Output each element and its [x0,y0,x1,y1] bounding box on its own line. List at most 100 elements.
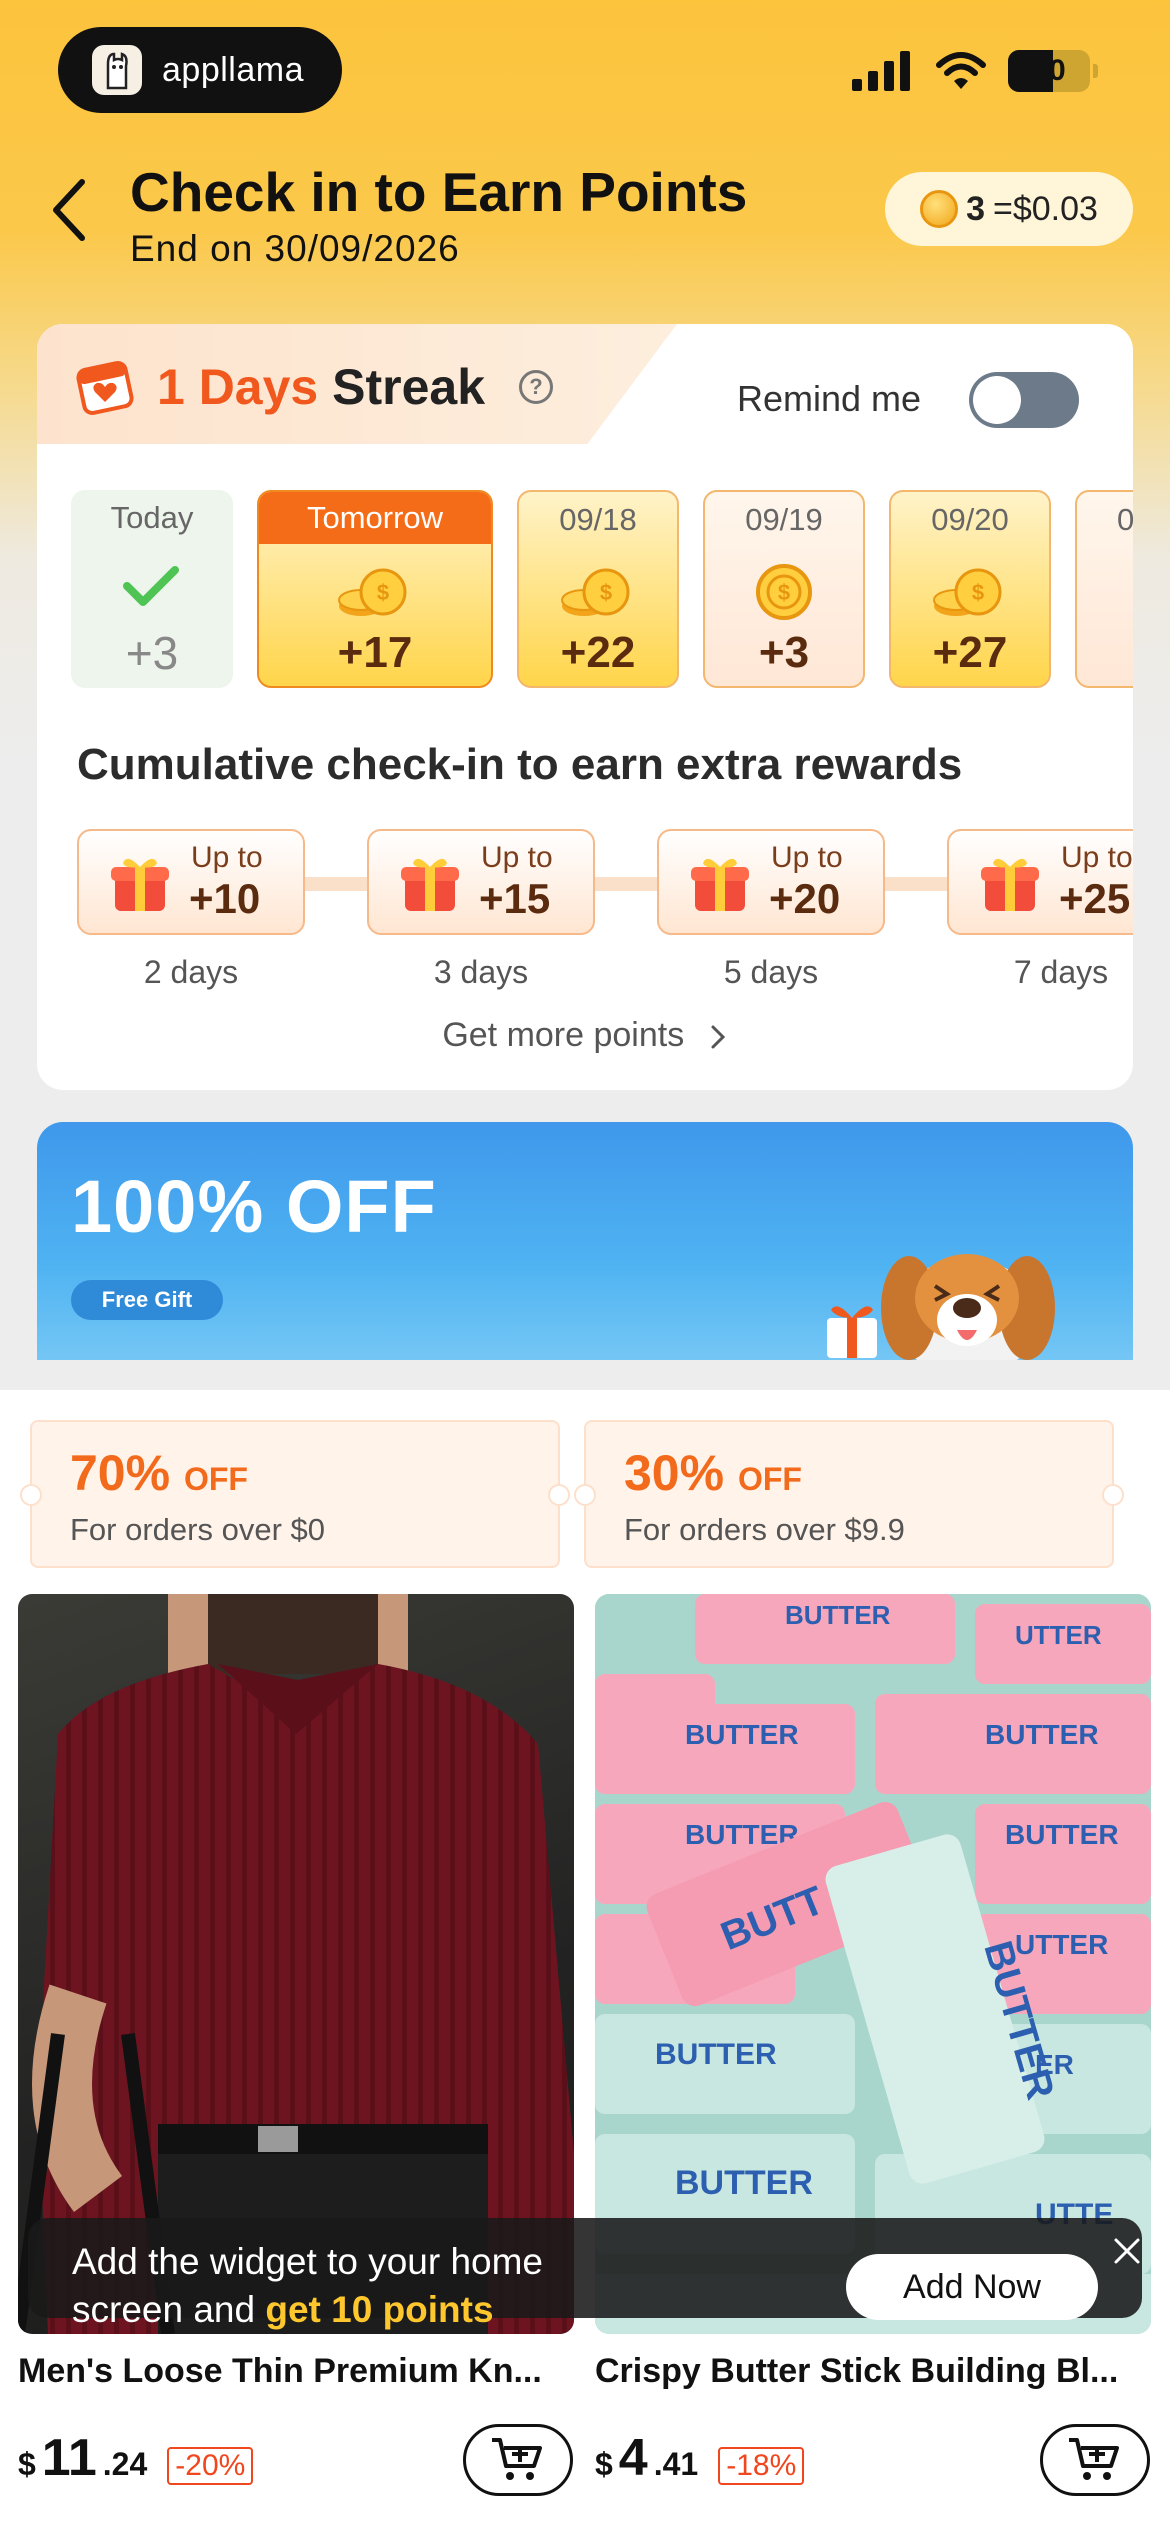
day-points: +3 [125,627,179,679]
points-balance-pill[interactable]: 3 =$0.03 [885,172,1133,246]
coins-icon: $ [561,568,630,616]
cart-plus-icon [492,2438,542,2480]
svg-text:$: $ [600,580,612,605]
streak-label: Streak [332,359,486,415]
back-button[interactable] [40,170,100,250]
milestone-days: 3 days [433,954,529,990]
price-currency: $ [595,2446,613,2482]
coupon-condition: For orders over $9.9 [624,1512,905,1547]
price-currency: $ [18,2446,36,2482]
milestones-row[interactable]: Up to +10 2 days Up to +15 3 days Up to … [77,829,1133,990]
day-card: 09/19 $ +3 [703,490,865,688]
svg-text:BUTTER: BUTTER [785,1600,891,1630]
calendar-heart-icon [76,360,134,416]
cumulative-title: Cumulative check-in to earn extra reward… [77,740,963,789]
price-decimal: .24 [102,2446,148,2482]
coin-icon: $ [756,564,812,620]
page-title: Check in to Earn Points [130,161,748,223]
discount-badge: -18% [718,2447,805,2485]
milestone-card: Up to +25 [947,829,1133,935]
checkmark-icon [123,566,179,606]
price-decimal: .41 [653,2446,699,2482]
day-card: 09/20 $ +27 [889,490,1051,688]
add-now-button[interactable]: Add Now [846,2254,1098,2320]
toast-message: Add the widget to your home screen and g… [72,2238,543,2334]
chevron-left-icon [53,179,85,241]
price-integer: 4 [618,2429,648,2487]
svg-text:$: $ [972,580,984,605]
day-label: 09/18 [559,502,637,537]
toast-highlight: get 10 points [265,2289,494,2330]
puppy-mascot-icon [827,1254,1055,1360]
gift-icon [981,858,1039,911]
day-label: 09/19 [745,502,823,537]
remind-toggle[interactable] [969,372,1079,428]
get-more-points-link[interactable]: Get more points [37,1016,1133,1055]
coupon-notch [1102,1484,1124,1506]
cart-plus-icon [1069,2438,1119,2480]
milestone-card: Up to +20 [657,829,885,935]
milestone-up-to: Up to [191,841,263,874]
chevron-right-icon [711,1025,725,1049]
svg-text:BUTTER: BUTTER [655,2038,777,2071]
product-price: $4.41 -18% [595,2428,805,2488]
day-card-today: Today +3 [71,490,233,688]
product-name[interactable]: Men's Loose Thin Premium Kn... [18,2352,578,2391]
coupon-off-label: OFF [183,1461,248,1497]
coupon-percent: 70% OFF [70,1444,248,1502]
points-rate: =$0.03 [992,189,1098,228]
close-icon[interactable] [1110,2234,1144,2268]
price-integer: 11 [41,2429,97,2487]
streak-title: 1 Days Streak [157,358,485,416]
coupon-card[interactable]: 70% OFF For orders over $0 [20,1420,570,1568]
milestone-days: 7 days [1013,954,1109,990]
milestone-amount: +10 [189,875,261,922]
day-label: 0 [1117,502,1133,537]
product-price: $11.24 -20% [18,2428,254,2488]
discount-badge: -20% [167,2447,254,2485]
app-return-pill[interactable]: appllama [58,27,342,113]
day-label: 09/20 [931,502,1009,537]
milestone-up-to: Up to [771,841,843,874]
day-points: +27 [932,628,1008,677]
streak-card: 1 Days Streak ? Remind me Today +3 Tomor… [37,324,1133,1090]
milestone-card: Up to +15 [367,829,595,935]
remind-label: Remind me [737,378,922,419]
coupon-percent: 30% OFF [624,1444,802,1502]
svg-text:$: $ [377,580,389,605]
milestone-amount: +20 [769,875,841,922]
add-to-cart-button[interactable] [1040,2424,1150,2496]
day-points: +17 [337,628,413,677]
toast-line-2-prefix: screen and [72,2289,266,2330]
svg-text:$: $ [778,580,790,605]
product-name[interactable]: Crispy Butter Stick Building Bl... [595,2352,1155,2391]
page-subtitle: End on 30/09/2026 [130,228,460,269]
gift-icon [401,858,459,911]
svg-text:BUTTER: BUTTER [685,1719,799,1750]
coupon-card[interactable]: 30% OFF For orders over $9.9 [574,1420,1124,1568]
day-card-tomorrow: Tomorrow $ +17 [257,490,493,688]
coins-icon: $ [933,568,1002,616]
coupon-percent-value: 70% [70,1445,171,1501]
coupon-notch [574,1484,596,1506]
coin-icon [920,190,959,228]
svg-text:UTTER: UTTER [1015,1620,1102,1650]
points-value: 3 [966,189,985,228]
coupon-notch [548,1484,570,1506]
day-points: +3 [758,628,810,677]
coupon-off-label: OFF [737,1461,802,1497]
svg-text:BUTTER: BUTTER [1005,1819,1119,1850]
day-rewards-row[interactable]: Today +3 Tomorrow $ +17 09/18 $ +22 09/1… [71,490,1133,690]
coins-icon: $ [338,568,407,616]
milestone-amount: +25 [1059,875,1131,922]
promo-banner[interactable]: 100% OFF Free Gift [37,1122,1133,1360]
coupon-percent-value: 30% [624,1445,725,1501]
toggle-knob [973,376,1021,424]
svg-text:UTTER: UTTER [1015,1929,1108,1960]
day-card: 09/18 $ +22 [517,490,679,688]
streak-count: 1 Days [157,359,319,415]
svg-text:BUTTER: BUTTER [675,2164,813,2202]
help-icon[interactable]: ? [519,370,553,404]
add-to-cart-button[interactable] [463,2424,573,2496]
banner-title: 100% OFF [71,1165,437,1248]
